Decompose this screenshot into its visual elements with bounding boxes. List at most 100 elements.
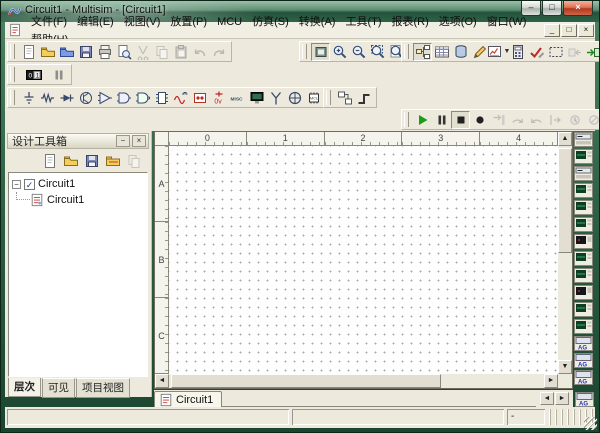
open-button[interactable] (38, 43, 57, 61)
toolbox-save-button[interactable] (83, 153, 101, 170)
electrical-rules-check-button[interactable] (527, 43, 546, 61)
toggle-breakpoint-button[interactable] (470, 111, 489, 129)
hierarchical-block-button[interactable] (335, 89, 354, 107)
scroll-right-button[interactable]: ► (544, 374, 558, 388)
document-tab-0[interactable]: Circuit1 (154, 391, 222, 407)
place-basic-button[interactable] (38, 89, 57, 107)
place-source-button[interactable] (19, 89, 38, 107)
place-mcu-button[interactable]: MCU (304, 89, 323, 107)
toolbox-close-button[interactable] (104, 153, 122, 170)
mdi-minimize-button[interactable]: _ (544, 24, 560, 37)
tree-root-row[interactable]: − ✓ Circuit1 (11, 176, 145, 192)
zoom-out-button[interactable] (349, 43, 368, 61)
horizontal-scrollbar[interactable]: ◄ ► (155, 374, 558, 388)
tektronix-oscilloscope-button[interactable]: AG (575, 392, 594, 407)
mdi-restore-button[interactable]: □ (561, 24, 577, 37)
capture-area-button[interactable] (546, 43, 565, 61)
menu-item-o[interactable]: 选项(O) (434, 15, 482, 29)
mdi-close-button[interactable]: × (578, 24, 594, 37)
panel-minimize-button[interactable]: − (116, 135, 130, 147)
zoom-in-button[interactable] (330, 43, 349, 61)
menu-item-r[interactable]: 报表(R) (387, 15, 434, 29)
grapher-button[interactable]: ▼ (489, 43, 508, 61)
logic-analyzer-button[interactable] (574, 268, 593, 283)
toggle-full-screen-button[interactable] (311, 43, 330, 61)
zoom-area-button[interactable] (368, 43, 387, 61)
place-power-button[interactable]: 0v (209, 89, 228, 107)
tree-child-label[interactable]: Circuit1 (47, 194, 84, 206)
database-manager-button[interactable] (451, 43, 470, 61)
toolbox-tab-0[interactable]: 层次 (8, 378, 41, 397)
scroll-up-button[interactable]: ▲ (558, 132, 572, 146)
logic-converter-button[interactable] (574, 285, 593, 300)
tree-root-label[interactable]: Circuit1 (38, 178, 75, 190)
vertical-scroll-thumb[interactable] (558, 148, 572, 253)
agilent-function-generator-button[interactable]: AG (574, 336, 593, 351)
distortion-analyzer-button[interactable] (574, 319, 593, 334)
place-advanced-peripherals-button[interactable] (247, 89, 266, 107)
toolbox-new-button[interactable] (41, 153, 59, 170)
tab-scroll-left-button[interactable]: ◄ (540, 392, 554, 405)
menu-item-p[interactable]: 放置(P) (165, 15, 212, 29)
pause-button[interactable] (432, 111, 451, 129)
place-analog-button[interactable] (95, 89, 114, 107)
bode-plotter-button[interactable] (574, 217, 593, 232)
agilent-multimeter-button[interactable]: AG (574, 353, 593, 368)
new-button[interactable] (19, 43, 38, 61)
place-transistor-button[interactable] (76, 89, 95, 107)
place-indicator-button[interactable] (190, 89, 209, 107)
multimeter-button[interactable] (574, 132, 593, 147)
design-toolbox-toggle-button[interactable] (413, 43, 432, 61)
design-toolbox-header[interactable]: 设计工具箱 − × (7, 133, 149, 149)
menu-item-mcu[interactable]: MCU (212, 15, 247, 29)
tab-scroll-right-button[interactable]: ► (555, 392, 569, 405)
place-misc-button[interactable]: MISC (228, 89, 247, 107)
menu-item-a[interactable]: 转换(A) (294, 15, 341, 29)
agilent-oscilloscope-button[interactable]: AG (574, 370, 593, 385)
run-button[interactable] (413, 111, 432, 129)
panel-close-button[interactable]: × (132, 135, 146, 147)
tree-child-row[interactable]: Circuit1 (11, 192, 145, 208)
iv-analyzer-button[interactable] (574, 302, 593, 317)
word-generator-button[interactable] (574, 251, 593, 266)
wattmeter-button[interactable] (574, 166, 593, 181)
place-electromechanical-button[interactable] (285, 89, 304, 107)
function-generator-button[interactable] (574, 149, 593, 164)
place-mixed-button[interactable] (171, 89, 190, 107)
scroll-left-button[interactable]: ◄ (155, 374, 169, 388)
place-bus-button[interactable] (354, 89, 373, 107)
maximize-button[interactable]: □ (542, 1, 562, 16)
checkbox-checked-icon[interactable]: ✓ (24, 179, 35, 190)
toolbox-tab-2[interactable]: 项目视图 (76, 378, 130, 398)
toolbox-tab-1[interactable]: 可见 (42, 378, 75, 398)
open-samples-button[interactable] (57, 43, 76, 61)
spreadsheet-view-button[interactable] (432, 43, 451, 61)
four-channel-oscilloscope-button[interactable] (574, 200, 593, 215)
close-button[interactable]: × (563, 1, 593, 16)
menu-item-f[interactable]: 文件(F) (26, 15, 72, 29)
menu-item-w[interactable]: 窗口(W) (482, 15, 532, 29)
oscilloscope-button[interactable] (574, 183, 593, 198)
place-cmos-button[interactable] (133, 89, 152, 107)
schematic-sheet[interactable] (169, 146, 558, 374)
place-misc-digital-button[interactable] (152, 89, 171, 107)
forward-annotate-button[interactable] (584, 43, 600, 61)
print-button[interactable] (95, 43, 114, 61)
collapse-icon[interactable]: − (12, 180, 21, 189)
resize-grip[interactable] (584, 417, 597, 430)
stop-button[interactable] (451, 111, 470, 129)
horizontal-scroll-thumb[interactable] (171, 374, 441, 388)
menu-item-t[interactable]: 工具(T) (340, 15, 386, 29)
place-rf-button[interactable] (266, 89, 285, 107)
menu-item-s[interactable]: 仿真(S) (247, 15, 294, 29)
postprocessor-button[interactable] (508, 43, 527, 61)
vertical-scrollbar[interactable]: ▲ ▼ (558, 132, 572, 374)
menu-item-e[interactable]: 编辑(E) (72, 15, 119, 29)
run-toggle-switch-button[interactable]: 01 (19, 66, 49, 84)
frequency-counter-button[interactable] (574, 234, 593, 249)
save-button[interactable] (76, 43, 95, 61)
menu-item-v[interactable]: 视图(V) (119, 15, 166, 29)
place-diode-button[interactable] (57, 89, 76, 107)
print-preview-button[interactable] (114, 43, 133, 61)
toolbox-open-button[interactable] (62, 153, 80, 170)
